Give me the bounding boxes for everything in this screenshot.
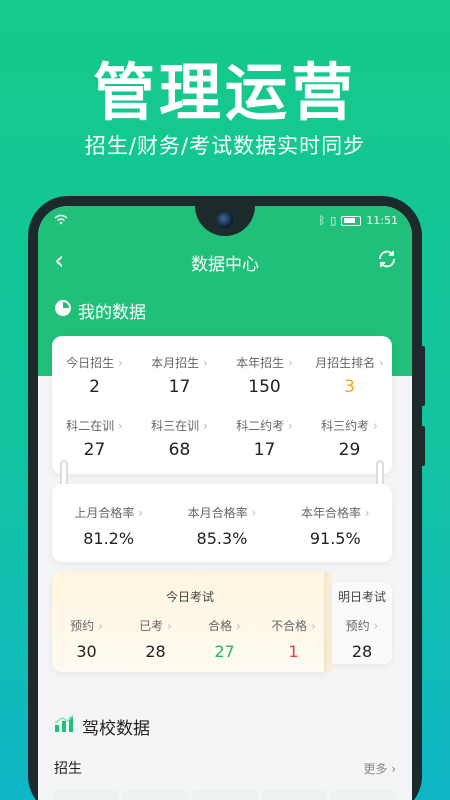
pass-rate-this-month[interactable]: 本月合格率 85.3% [165,504,278,548]
tomorrow-exam-label: 预约 [332,617,392,634]
stat-month-enroll[interactable]: 本月招生 17 [137,354,222,397]
stat-year-enroll[interactable]: 本年招生 150 [222,354,307,397]
hero-title: 管理运营 [92,56,357,129]
bar-chart-icon [54,714,74,738]
tomorrow-exam-title: 明日考试 [337,590,386,604]
tab-this-year[interactable]: 本年 [330,790,397,800]
nav-bar: ‹ 数据中心 [38,244,412,280]
bluetooth-icon: ᛒ [318,214,326,227]
stat-month-rank[interactable]: 月招生排名 3 [307,354,392,397]
enroll-section-header: 招生 更多 › [54,758,396,778]
stat-subject3-booking[interactable]: 科三约考 29 [307,417,392,460]
page-title: 数据中心 [191,255,259,275]
phone-screen: ᛒ ▯ 11:51 ‹ 数据中心 我的数据 今日招生 2 [38,206,412,800]
status-time: 11:51 [366,214,398,227]
pass-rate-last-month[interactable]: 上月合格率 81.2% [52,504,165,548]
enroll-label: 招生 [54,761,82,777]
tomorrow-exam-card[interactable]: 明日考试 预约 28 [332,582,392,664]
tab-last-month[interactable]: 上月 [261,790,327,800]
today-exam-failed[interactable]: 不合格 1 [259,617,328,661]
vibrate-icon: ▯ [330,214,337,227]
my-data-heading: 我的数据 [54,298,146,323]
stat-subject2-booking[interactable]: 科二约考 17 [222,417,307,460]
today-exam-card: 今日考试 预约 30 已考 28 合格 27 不合格 1 [52,572,328,672]
volume-button [421,346,425,406]
school-data-heading: 驾校数据 [54,714,150,739]
tab-this-month[interactable]: 本月 [192,790,258,800]
refresh-icon[interactable] [376,248,398,274]
hero-subtitle: 招生/财务/考试数据实时同步 [84,134,366,158]
today-exam-title: 今日考试 [165,590,214,604]
more-link[interactable]: 更多 › [363,760,396,777]
stats-card: 今日招生 2 本月招生 17 本年招生 150 月招生排名 3 科二在训 2 [52,336,392,474]
pass-rate-this-year[interactable]: 本年合格率 91.5% [279,504,392,548]
tomorrow-exam-value: 28 [351,642,373,661]
today-exam-taken[interactable]: 已考 28 [121,617,190,661]
power-button [421,426,425,466]
camera-icon [217,212,233,228]
tab-today[interactable]: 今日 [54,790,120,800]
pass-rate-card: 上月合格率 81.2% 本月合格率 85.3% 本年合格率 91.5% [52,484,392,562]
school-data-title: 驾校数据 [82,719,150,739]
my-data-title: 我的数据 [78,303,146,323]
phone-frame: ᛒ ▯ 11:51 ‹ 数据中心 我的数据 今日招生 2 [28,196,425,800]
battery-icon [341,215,362,226]
period-tabs: 今日 昨日 本月 上月 本年 [54,790,397,800]
tab-yesterday[interactable]: 昨日 [123,790,189,800]
today-exam-booked[interactable]: 预约 30 [52,617,121,661]
stat-today-enroll[interactable]: 今日招生 2 [52,354,137,397]
stat-subject3-training[interactable]: 科三在训 68 [137,417,222,460]
today-exam-passed[interactable]: 合格 27 [190,617,259,661]
chart-pie-icon [54,299,72,322]
stat-subject2-training[interactable]: 科二在训 27 [52,417,137,460]
wifi-icon [54,214,68,228]
